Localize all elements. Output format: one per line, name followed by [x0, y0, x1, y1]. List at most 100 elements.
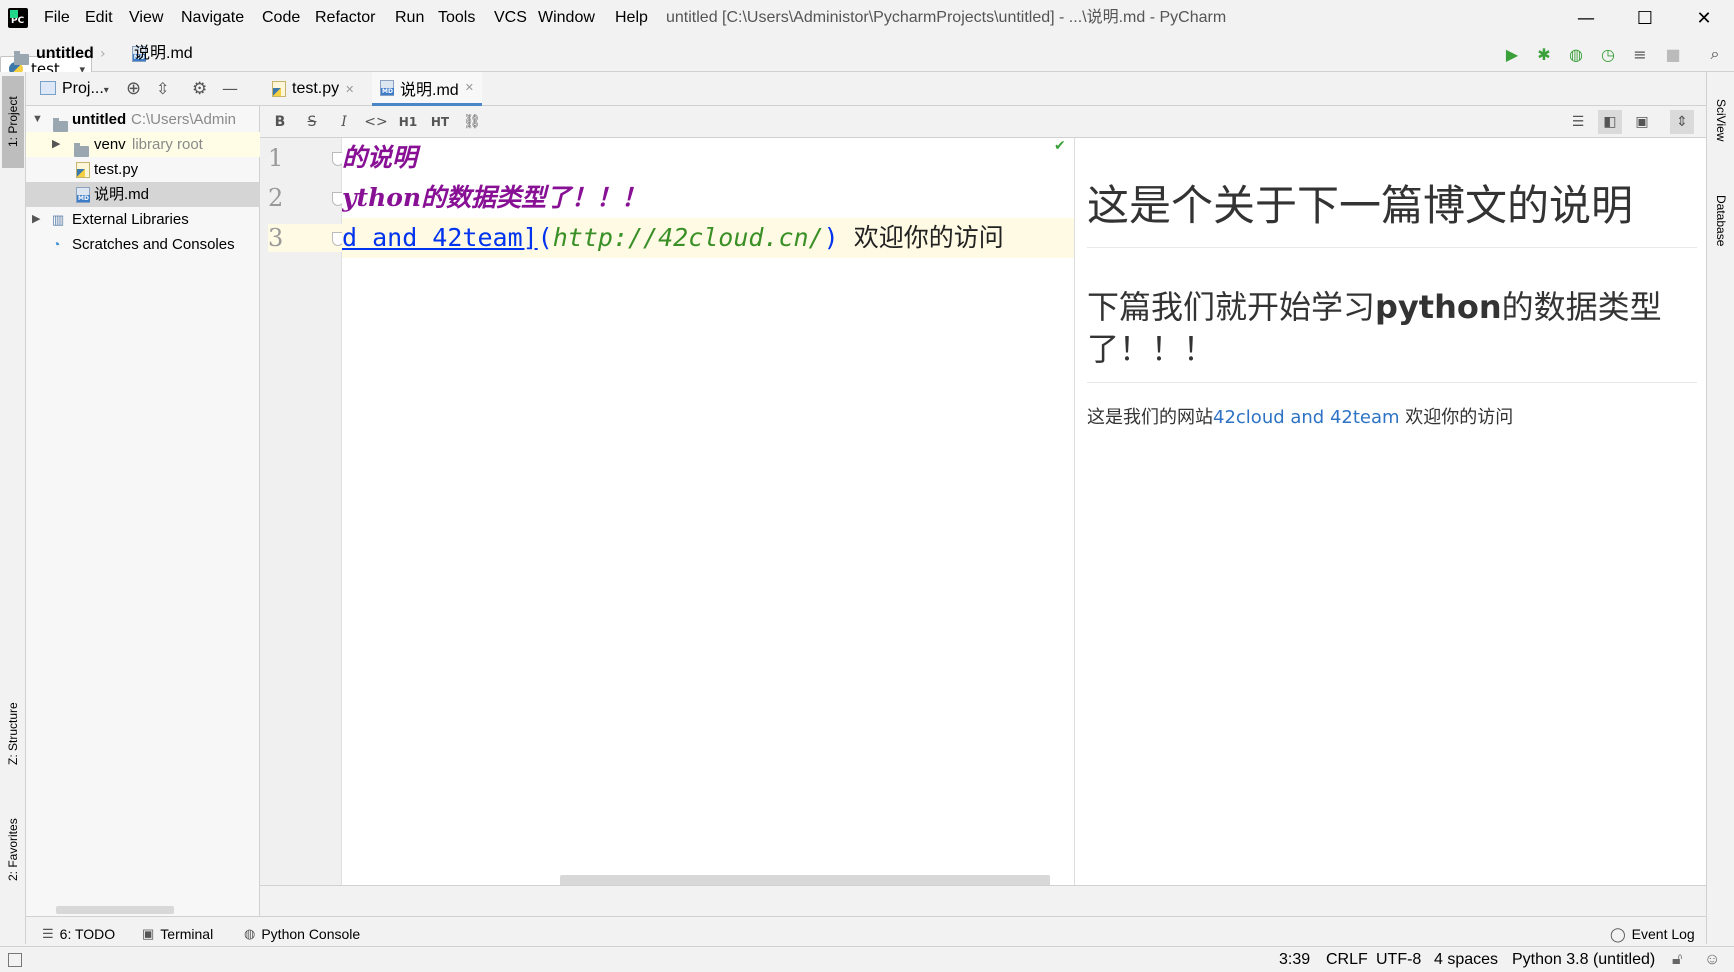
code-editor[interactable]: 的说明 ython的数据类型了！！！ d and 42team](http://… — [342, 138, 1074, 885]
breadcrumb-project[interactable]: untitled — [36, 36, 94, 72]
library-icon: ▥ — [52, 212, 65, 227]
project-panel: Proj...▾ ⊕ ⇳ ⚙ — ▼ untitled C:\Users\Adm… — [26, 72, 260, 916]
gear-icon[interactable]: ⚙ — [192, 72, 207, 106]
editor-only-icon[interactable]: ☰ — [1566, 110, 1590, 134]
close-icon[interactable]: ✕ — [345, 83, 354, 96]
minimize-button[interactable]: — — [1558, 0, 1614, 36]
md-paren-open: ( — [537, 223, 553, 252]
status-bar: 3:39 CRLF UTF-8 4 spaces Python 3.8 (unt… — [0, 946, 1734, 972]
right-tool-stripe: SciView Database — [1706, 72, 1734, 944]
tree-item-untitled[interactable]: ▼ untitled C:\Users\Admin — [26, 107, 260, 132]
search-icon[interactable]: ⌕ — [1703, 42, 1727, 66]
preview-h2-text: 下篇我们就开始学习 — [1087, 288, 1376, 326]
close-icon[interactable]: ✕ — [465, 81, 474, 94]
folder-icon — [74, 143, 89, 157]
layout-toggle-icon[interactable]: ⇕ — [1670, 110, 1694, 134]
coverage-icon[interactable]: ◍ — [1564, 42, 1588, 66]
menu-window[interactable]: Window — [538, 0, 595, 36]
menu-code[interactable]: Code — [262, 0, 300, 36]
menu-vcs[interactable]: VCS — [494, 0, 527, 36]
tab-label: 说明.md — [400, 81, 459, 99]
profile-icon[interactable]: ◷ — [1596, 42, 1620, 66]
inspector-icon[interactable]: ☺ — [1704, 947, 1720, 972]
caret-position[interactable]: 3:39 — [1279, 947, 1310, 972]
tab-readme-md[interactable]: 说明.md ✕ — [372, 72, 482, 106]
title-bar: PC File Edit View Navigate Code Refactor… — [0, 0, 1734, 36]
menu-file[interactable]: File — [44, 0, 70, 36]
breadcrumb-file[interactable]: 说明.md — [134, 36, 193, 72]
menu-view[interactable]: View — [129, 0, 163, 36]
code-line-2: ython的数据类型了！！！ — [342, 183, 647, 212]
preview-only-icon[interactable]: ▣ — [1630, 110, 1654, 134]
sciview-tool-tab[interactable]: SciView — [1710, 80, 1732, 160]
structure-tab-label: Z: Structure — [6, 702, 20, 766]
project-view-icon — [40, 81, 56, 95]
tree-item-test-py[interactable]: test.py — [26, 157, 260, 182]
tree-item-readme-md[interactable]: 说明.md — [26, 182, 260, 207]
menu-refactor[interactable]: Refactor — [315, 0, 375, 36]
locate-icon[interactable]: ⊕ — [126, 72, 141, 106]
link-icon[interactable]: ⛓ — [460, 110, 484, 134]
stop-icon[interactable]: ■ — [1661, 42, 1685, 66]
file-encoding[interactable]: UTF-8 — [1376, 947, 1421, 972]
tree-item-label: 说明.md — [94, 186, 150, 203]
indent-setting[interactable]: 4 spaces — [1434, 947, 1498, 972]
strikethrough-button[interactable]: S — [300, 110, 324, 134]
menu-edit[interactable]: Edit — [85, 0, 113, 36]
hide-panel-icon[interactable]: — — [222, 72, 238, 106]
header-level-up-button[interactable]: H1 — [396, 110, 420, 134]
project-tab-label: 1: Project — [6, 96, 20, 148]
tab-label: test.py — [292, 80, 340, 97]
folder-icon — [14, 51, 29, 65]
md-link-url: http://42cloud.cn/ — [552, 223, 824, 252]
chevron-down-icon: ▾ — [103, 85, 109, 96]
collapse-all-icon[interactable]: ⇳ — [156, 72, 169, 106]
preview-text: 这是我们的网站 — [1087, 407, 1213, 428]
lock-icon[interactable]: 🔓︎ — [1672, 947, 1682, 972]
python-file-icon — [272, 81, 286, 97]
header-level-down-button[interactable]: HT — [428, 110, 452, 134]
debug-icon[interactable]: ✱ — [1532, 42, 1556, 66]
editor-and-preview-icon[interactable]: ◧ — [1598, 110, 1622, 134]
md-link-text: d and 42team] — [342, 223, 538, 252]
markdown-file-icon — [76, 187, 90, 203]
tab-test-py[interactable]: test.py ✕ — [264, 72, 362, 106]
code-line-1: 的说明 — [342, 143, 418, 172]
markdown-toolbar: B S I <> H1 HT ⛓ ☰ ◧ ▣ ⇕ — [260, 106, 1706, 138]
bold-button[interactable]: B — [268, 110, 292, 134]
favorites-tool-tab[interactable]: 2: Favorites — [2, 800, 24, 900]
tree-item-venv[interactable]: ▶ venv library root — [26, 132, 260, 157]
menu-tools[interactable]: Tools — [438, 0, 475, 36]
italic-button[interactable]: I — [332, 110, 356, 134]
tree-item-label: test.py — [94, 161, 139, 178]
chevron-right-icon: ▶ — [52, 138, 61, 150]
maximize-button[interactable]: ☐ — [1617, 0, 1673, 36]
structure-tool-tab[interactable]: Z: Structure — [2, 684, 24, 784]
close-button[interactable]: ✕ — [1676, 0, 1732, 36]
database-tool-tab[interactable]: Database — [1710, 176, 1732, 266]
tool-windows-toggle-icon[interactable] — [8, 953, 22, 967]
python-interpreter[interactable]: Python 3.8 (untitled) — [1512, 947, 1655, 972]
menu-run[interactable]: Run — [395, 0, 424, 36]
editor-gutter: 1 2 3 — [260, 138, 344, 885]
project-hscrollbar[interactable] — [56, 906, 174, 914]
menu-help[interactable]: Help — [615, 0, 648, 36]
md-text: 欢迎你的访问 — [838, 223, 1004, 252]
tree-item-scratches[interactable]: ◔ Scratches and Consoles — [26, 232, 260, 257]
line-separator[interactable]: CRLF — [1326, 947, 1368, 972]
markdown-file-icon — [380, 79, 394, 96]
preview-link[interactable]: 42cloud and 42team — [1213, 407, 1400, 428]
code-button[interactable]: <> — [364, 110, 388, 134]
editor-tabs: test.py ✕ 说明.md ✕ — [260, 72, 1706, 106]
project-view-dropdown[interactable]: Proj...▾ — [62, 72, 109, 106]
tree-item-external-libraries[interactable]: ▶ ▥ External Libraries — [26, 207, 260, 232]
menu-navigate[interactable]: Navigate — [181, 0, 244, 36]
concurrency-icon[interactable]: ≡ — [1628, 42, 1652, 66]
project-tool-tab[interactable]: 1: Project — [2, 76, 24, 168]
tree-item-hint: library root — [132, 136, 203, 153]
project-view-label: Proj... — [62, 80, 104, 97]
folder-icon — [53, 118, 68, 132]
project-panel-header: Proj...▾ ⊕ ⇳ ⚙ — — [26, 72, 260, 106]
run-icon[interactable]: ▶ — [1500, 42, 1524, 66]
sciview-tab-label: SciView — [1714, 98, 1728, 142]
